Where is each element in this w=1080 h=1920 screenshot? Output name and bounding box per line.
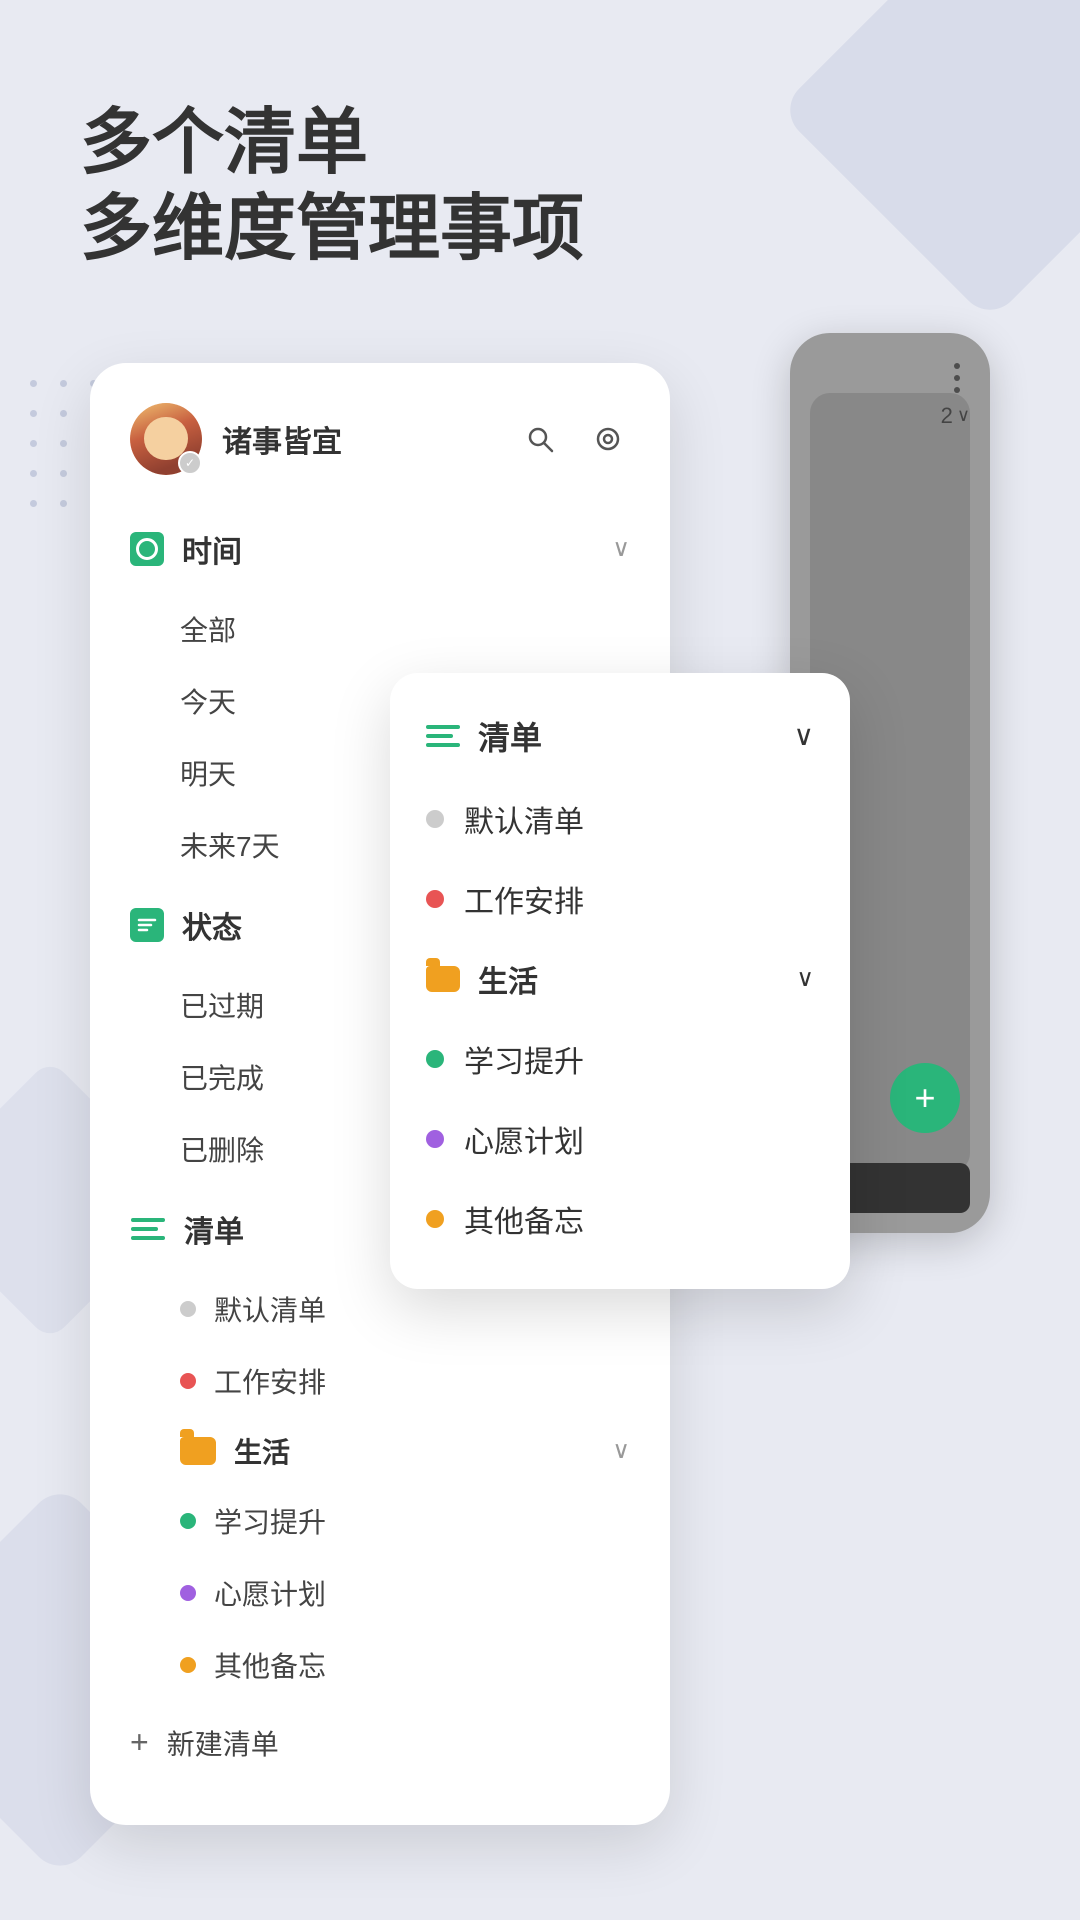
dropdown-item-work[interactable]: 工作安排 — [390, 859, 850, 939]
life-group-chevron: ∨ — [612, 1436, 630, 1465]
dropdown-dot-purple — [426, 1130, 444, 1148]
dot-orange-icon — [180, 1657, 196, 1673]
phone-back-fab[interactable]: + — [890, 1063, 960, 1133]
dropdown-title: 清单 — [478, 713, 776, 759]
sidebar-item-work-list[interactable]: 工作安排 — [90, 1345, 670, 1417]
new-list-label: 新建清单 — [167, 1723, 279, 1763]
dropdown-item-default[interactable]: 默认清单 — [390, 779, 850, 859]
dropdown-life-chevron: ∨ — [796, 964, 814, 993]
dropdown-dot-gray — [426, 810, 444, 828]
dot-red-icon — [180, 1373, 196, 1389]
dropdown-dot-green — [426, 1050, 444, 1068]
dropdown-list-icon — [426, 719, 460, 753]
sidebar-user-header: 诸事皆宜 — [90, 403, 670, 505]
dot-green-icon — [180, 1513, 196, 1529]
sidebar-item-notes[interactable]: 其他备忘 — [90, 1629, 670, 1701]
dropdown-folder-icon — [426, 966, 460, 992]
time-section-title: 时间 — [182, 527, 594, 571]
dropdown-card: 清单 ∨ 默认清单 工作安排 生活 ∨ 学习提升 心愿计划 其他备忘 — [390, 673, 850, 1289]
new-list-button[interactable]: + 新建清单 — [90, 1701, 670, 1785]
dropdown-life-title: 生活 — [478, 957, 778, 1001]
phone-back-counter: 2 ∨ — [941, 403, 970, 429]
header-section: 多个清单 多维度管理事项 — [0, 0, 1080, 333]
life-group-title: 生活 — [234, 1431, 594, 1471]
dropdown-header[interactable]: 清单 ∨ — [390, 703, 850, 779]
avatar-verified-badge — [178, 451, 202, 475]
dropdown-item-study[interactable]: 学习提升 — [390, 1019, 850, 1099]
avatar-wrap — [130, 403, 202, 475]
time-section-chevron: ∨ — [612, 534, 630, 563]
dropdown-chevron: ∨ — [794, 719, 815, 752]
folder-icon — [180, 1437, 216, 1465]
list-icon — [130, 1211, 166, 1247]
sidebar-item-study[interactable]: 学习提升 — [90, 1485, 670, 1557]
time-icon — [130, 532, 164, 566]
sidebar-item-all[interactable]: 全部 — [90, 593, 670, 665]
dropdown-item-wish[interactable]: 心愿计划 — [390, 1099, 850, 1179]
time-section-header[interactable]: 时间 ∨ — [90, 505, 670, 593]
sidebar-header-icons — [518, 417, 630, 461]
life-group-header[interactable]: 生活 ∨ — [90, 1417, 670, 1485]
header-title-line2: 多维度管理事项 — [80, 186, 1000, 272]
sidebar-item-wish[interactable]: 心愿计划 — [90, 1557, 670, 1629]
dot-purple-icon — [180, 1585, 196, 1601]
mockup-container: 2 ∨ + 诸事皆宜 — [90, 333, 990, 1533]
dropdown-dot-orange — [426, 1210, 444, 1228]
dot-gray-icon — [180, 1301, 196, 1317]
header-title-line1: 多个清单 — [80, 100, 1000, 186]
plus-icon: + — [130, 1724, 149, 1761]
status-icon — [130, 908, 164, 942]
search-button[interactable] — [518, 417, 562, 461]
dropdown-life-group-header[interactable]: 生活 ∨ — [390, 939, 850, 1019]
dropdown-dot-red — [426, 890, 444, 908]
phone-back-dots — [954, 363, 960, 393]
username-label: 诸事皆宜 — [222, 417, 342, 461]
settings-button[interactable] — [586, 417, 630, 461]
dropdown-item-notes[interactable]: 其他备忘 — [390, 1179, 850, 1259]
